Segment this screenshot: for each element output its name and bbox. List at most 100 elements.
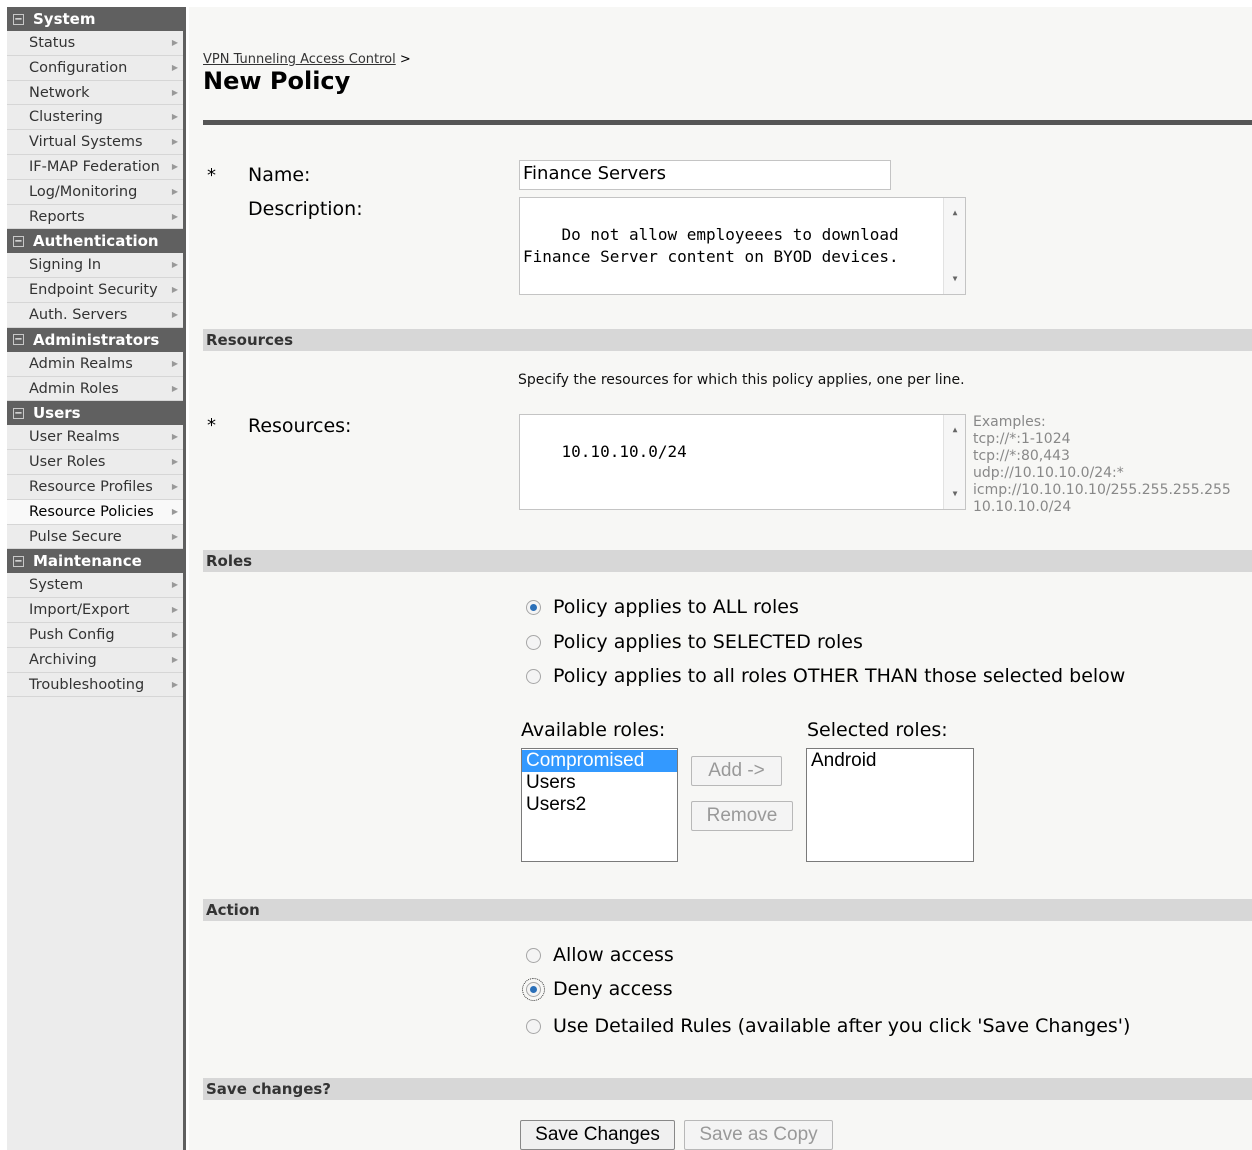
sidebar-item[interactable]: Resource Profiles ▶	[7, 474, 183, 500]
radio-button[interactable]	[526, 634, 541, 650]
collapse-icon[interactable]: −	[13, 407, 24, 419]
resources-label: Resources:	[248, 415, 352, 437]
remove-role-button[interactable]: Remove	[691, 801, 793, 831]
sidebar-nav: − System Status ▶ Configuration ▶ Network ▶ Clus…	[7, 7, 186, 1150]
sidebar-item[interactable]: Status ▶	[7, 31, 183, 56]
sidebar-item-label: Import/Export	[29, 602, 130, 619]
description-scrollbar[interactable]: ▲ ▼	[943, 198, 965, 294]
description-textarea[interactable]: Do not allow employeees to download Fina…	[519, 197, 966, 295]
sidebar-item[interactable]: Pulse Secure ▶	[7, 524, 183, 550]
roles-section-header: Roles	[203, 550, 1252, 572]
scroll-up-icon[interactable]: ▲	[944, 419, 965, 441]
list-item[interactable]: Users	[522, 772, 677, 794]
chevron-right-icon: ▶	[171, 186, 178, 196]
action-option-label: Allow access	[553, 944, 674, 966]
sidebar-item[interactable]: Log/Monitoring ▶	[7, 179, 183, 205]
action-deny[interactable]: Deny access	[522, 977, 673, 1001]
selected-roles-listbox[interactable]: Android	[806, 748, 974, 862]
sidebar-item-label: Admin Realms	[29, 355, 133, 372]
sidebar-item[interactable]: Configuration ▶	[7, 55, 183, 81]
list-item[interactable]: Compromised	[522, 750, 677, 772]
sidebar-item-label: Configuration	[29, 59, 128, 76]
sidebar-item[interactable]: Network ▶	[7, 80, 183, 106]
sidebar-item[interactable]: Clustering ▶	[7, 105, 183, 131]
selected-roles-label: Selected roles:	[807, 719, 948, 741]
list-item[interactable]: Users2	[522, 794, 677, 816]
collapse-icon[interactable]: −	[13, 334, 24, 346]
sidebar-item-label: Pulse Secure	[29, 528, 122, 545]
role-option-other-than[interactable]: Policy applies to all roles OTHER THAN t…	[526, 665, 1125, 687]
radio-button[interactable]	[526, 1018, 541, 1034]
sidebar-item[interactable]: Reports ▶	[7, 204, 183, 230]
sidebar-item[interactable]: Virtual Systems ▶	[7, 130, 183, 155]
list-item[interactable]: Android	[807, 750, 973, 772]
sidebar-section-2[interactable]: − Administrators	[7, 327, 183, 352]
role-option-all[interactable]: Policy applies to ALL roles	[526, 596, 799, 618]
sidebar-item[interactable]: User Roles ▶	[7, 450, 183, 475]
sidebar-item[interactable]: Resource Policies ▶	[7, 499, 183, 525]
add-role-button[interactable]: Add ->	[691, 756, 782, 786]
sidebar-item[interactable]: Admin Realms ▶	[7, 351, 183, 377]
resources-help-text: Specify the resources for which this pol…	[518, 372, 965, 388]
radio-button[interactable]	[522, 977, 545, 1001]
title-divider	[203, 120, 1252, 125]
sidebar-item-label: Signing In	[29, 257, 102, 274]
collapse-icon[interactable]: −	[13, 555, 24, 567]
collapse-icon[interactable]: −	[13, 13, 24, 25]
sidebar-item-label: Troubleshooting	[29, 676, 145, 693]
sidebar-section-3[interactable]: − Users	[7, 401, 183, 426]
chevron-right-icon: ▶	[171, 309, 178, 319]
chevron-right-icon: ▶	[171, 605, 178, 615]
sidebar-item-label: Push Config	[29, 626, 115, 643]
page-title: New Policy	[203, 67, 351, 95]
available-roles-label: Available roles:	[521, 719, 666, 741]
role-option-label: Policy applies to ALL roles	[553, 596, 799, 618]
sidebar-item[interactable]: Archiving ▶	[7, 647, 183, 673]
role-option-label: Policy applies to all roles OTHER THAN t…	[553, 665, 1126, 687]
main-content: VPN Tunneling Access Control > New Polic…	[189, 7, 1252, 1150]
sidebar-section-1[interactable]: − Authentication	[7, 229, 183, 254]
sidebar-item[interactable]: Import/Export ▶	[7, 598, 183, 623]
resources-text: 10.10.10.0/24	[561, 442, 687, 461]
action-option-label: Use Detailed Rules (available after you …	[553, 1015, 1131, 1037]
save-changes-button[interactable]: Save Changes	[520, 1120, 675, 1150]
sidebar-item[interactable]: System ▶	[7, 573, 183, 599]
sidebar-item-label: Resource Profiles	[29, 478, 153, 495]
name-input[interactable]: Finance Servers	[519, 160, 891, 190]
sidebar-item-label: IF-MAP Federation	[29, 158, 160, 175]
radio-button[interactable]	[526, 947, 541, 963]
sidebar-item[interactable]: Push Config ▶	[7, 622, 183, 648]
action-allow[interactable]: Allow access	[526, 944, 674, 966]
sidebar-section-title: Users	[33, 404, 81, 423]
sidebar-section-4[interactable]: − Maintenance	[7, 549, 183, 574]
scroll-down-icon[interactable]: ▼	[944, 483, 965, 505]
resources-textarea[interactable]: 10.10.10.0/24 ▲ ▼	[519, 414, 966, 510]
sidebar-item[interactable]: Endpoint Security ▶	[7, 278, 183, 303]
role-option-selected[interactable]: Policy applies to SELECTED roles	[526, 631, 863, 653]
name-label: Name:	[248, 164, 311, 186]
available-roles-listbox[interactable]: Compromised Users Users2	[521, 748, 678, 862]
chevron-right-icon: ▶	[171, 285, 178, 295]
resources-scrollbar[interactable]: ▲ ▼	[943, 415, 965, 509]
radio-button[interactable]	[526, 668, 541, 684]
action-detailed-rules[interactable]: Use Detailed Rules (available after you …	[526, 1015, 1130, 1037]
examples-line: udp://10.10.10.0/24:*	[973, 465, 1124, 481]
chevron-right-icon: ▶	[171, 161, 178, 171]
scroll-up-icon[interactable]: ▲	[944, 202, 965, 224]
sidebar-item[interactable]: IF-MAP Federation ▶	[7, 154, 183, 180]
scroll-down-icon[interactable]: ▼	[944, 268, 965, 290]
radio-button[interactable]	[526, 599, 541, 615]
sidebar-item[interactable]: Troubleshooting ▶	[7, 672, 183, 698]
breadcrumb-link[interactable]: VPN Tunneling Access Control	[203, 52, 396, 67]
sidebar-section-0[interactable]: − System	[7, 7, 183, 31]
chevron-right-icon: ▶	[171, 580, 178, 590]
collapse-icon[interactable]: −	[13, 235, 24, 247]
sidebar-item[interactable]: User Realms ▶	[7, 425, 183, 451]
resource-examples: Examples: tcp://*:1-1024 tcp://*:80,443 …	[973, 414, 1231, 516]
sidebar-item[interactable]: Auth. Servers ▶	[7, 302, 183, 328]
sidebar-item[interactable]: Signing In ▶	[7, 253, 183, 279]
sidebar-item[interactable]: Admin Roles ▶	[7, 376, 183, 402]
save-as-copy-button[interactable]: Save as Copy	[684, 1120, 833, 1150]
resources-section-header: Resources	[203, 329, 1252, 351]
sidebar-item-label: Admin Roles	[29, 380, 119, 397]
